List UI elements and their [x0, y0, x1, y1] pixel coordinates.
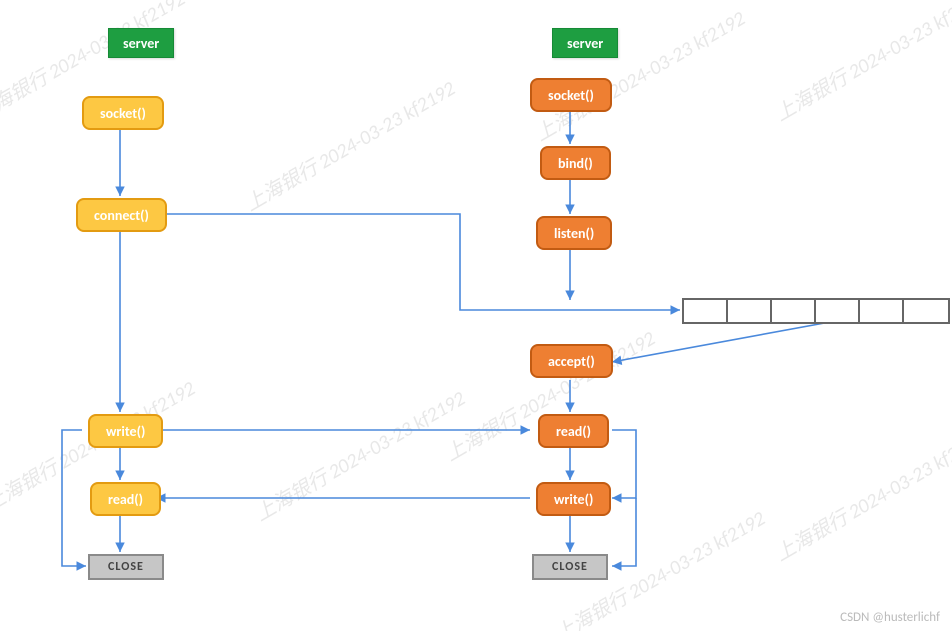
client-read-node: read()	[90, 482, 161, 516]
listen-queue	[682, 298, 946, 324]
client-connect-node: connect()	[76, 198, 167, 232]
queue-slot	[770, 298, 818, 324]
watermark: 上海银行 2024-03-23 kf2192	[239, 72, 460, 216]
credit-text: CSDN @husterlichf	[840, 610, 940, 625]
server-socket-node: socket()	[530, 78, 612, 112]
watermark: 上海银行 2024-03-23 kf2192	[769, 422, 952, 566]
queue-slot	[682, 298, 730, 324]
watermark: 上海银行 2024-03-23 kf2192	[769, 0, 952, 127]
queue-slot	[858, 298, 906, 324]
client-header: server	[108, 28, 174, 58]
queue-slot	[726, 298, 774, 324]
server-accept-node: accept()	[530, 344, 613, 378]
client-write-node: write()	[88, 414, 163, 448]
server-write-node: write()	[536, 482, 611, 516]
server-bind-node: bind()	[540, 146, 611, 180]
client-close-node: CLOSE	[88, 554, 164, 580]
server-listen-node: listen()	[536, 216, 612, 250]
client-socket-node: socket()	[82, 96, 164, 130]
watermark: 上海银行 2024-03-23 kf2192	[249, 382, 470, 526]
server-header: server	[552, 28, 618, 58]
diagram-canvas: 上海银行 2024-03-23 kf2192 上海银行 2024-03-23 k…	[0, 0, 952, 631]
server-close-node: CLOSE	[532, 554, 608, 580]
server-read-node: read()	[538, 414, 609, 448]
queue-slot	[814, 298, 862, 324]
watermark: 上海银行 2024-03-23 kf2192	[529, 2, 750, 146]
queue-slot	[902, 298, 950, 324]
